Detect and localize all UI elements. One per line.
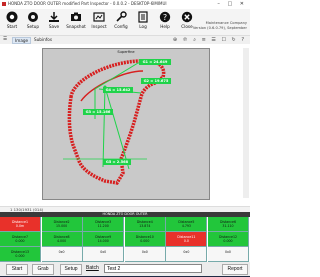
result-cell: 0x0 (166, 247, 208, 262)
config-icon (116, 11, 127, 22)
result-cell: Distance6 31.110 (208, 217, 249, 232)
result-cell: Distance4 13.874 (124, 217, 166, 232)
result-cell-value: 15.000 (56, 224, 68, 228)
result-cell-value: 0x0 (100, 250, 107, 254)
vertical-scrollbar[interactable] (243, 48, 249, 198)
result-cell: 0x0 (208, 247, 249, 262)
result-cell-value: 0.000 (223, 239, 233, 243)
result-cell-value: 4.000 (57, 239, 67, 243)
result-cell-value: 0.0 (183, 239, 189, 243)
setup-button-bottom[interactable]: Setup (60, 264, 82, 275)
result-cell-value: 13.874 (139, 224, 151, 228)
result-cell-value: 0x0 (58, 250, 65, 254)
tab-subinfos[interactable]: Subinfos (34, 37, 52, 42)
gauge-line-g5 (104, 86, 130, 170)
close-icon (181, 11, 193, 23)
results-grid: Distance1 0.0m Distance2 15.000 Distance3 11.… (0, 217, 250, 262)
version-info: Maintenance Company Version (0.6.0.79), … (193, 21, 247, 31)
start-icon (6, 11, 18, 23)
result-cell-value: 0.000 (15, 254, 25, 258)
result-cell: Distance9 14.000 (83, 232, 125, 247)
log-icon (138, 11, 148, 23)
main-toolbar: Start Setup Save Snapshot Inspect Config… (0, 9, 250, 35)
inspect-button[interactable]: Inspect (89, 11, 109, 33)
gauge-line-center (102, 86, 106, 168)
result-cell-value: 0x0 (141, 250, 148, 254)
result-cell-value: 31.110 (222, 224, 234, 228)
config-button[interactable]: Config (111, 11, 131, 33)
result-cell-value: 0x0 (183, 250, 190, 254)
result-cell: 0x0 (83, 247, 125, 262)
help-icon: ? (159, 11, 171, 23)
label-g1: G1 = 24.649 (139, 59, 171, 65)
result-cell: Distance1 0.0m (0, 217, 41, 232)
result-cell: Distance10 0.000 (124, 232, 166, 247)
result-cell-value: 11.200 (97, 224, 109, 228)
label-g4: G4 = 15.642 (103, 87, 133, 93)
start-button[interactable]: Start (2, 11, 22, 33)
result-cell: 0x0 (41, 247, 83, 262)
result-cell-value: 0.000 (140, 239, 150, 243)
inspect-icon (93, 12, 105, 22)
result-cell: Distance11 0.0 (166, 232, 208, 247)
menu-icon[interactable]: ☰ (3, 37, 7, 42)
save-button[interactable]: Save (44, 11, 64, 33)
batch-input[interactable]: Test 2 (104, 264, 202, 273)
grab-button[interactable]: Grab (32, 264, 54, 275)
start-button-bottom[interactable]: Start (6, 264, 28, 275)
batch-label: Batch (86, 265, 99, 271)
tab-image[interactable]: Image (12, 37, 32, 44)
label-g2: G2 = 19.675 (141, 78, 171, 84)
download-icon (49, 12, 59, 22)
result-cell-value: 0.0m (15, 224, 25, 228)
camera-icon (71, 12, 81, 21)
bottom-bar: Start Grab Setup Batch Test 2 Report (0, 262, 250, 276)
version-text: Version (0.6.0.79), September (192, 26, 247, 30)
result-cell: Distance7 0.000 (0, 232, 41, 247)
part-overlay (63, 59, 166, 185)
snapshot-button[interactable]: Snapshot (66, 11, 86, 33)
setup-button[interactable]: Setup (23, 11, 43, 33)
gear-icon (28, 12, 38, 22)
window-title: HONDA ZTO DOOR OUTER modified Part Inspe… (8, 1, 167, 6)
svg-text:?: ? (163, 13, 167, 22)
result-cell: Distance2 15.000 (41, 217, 83, 232)
app-icon (2, 2, 6, 6)
label-g5: G5 = 2.568 (103, 159, 131, 165)
result-cell: Distance3 11.200 (83, 217, 125, 232)
result-cell: Distance8 4.000 (41, 232, 83, 247)
log-button[interactable]: Log (133, 11, 153, 33)
help-button[interactable]: ? Help (155, 11, 175, 33)
label-g3: G3 = 15.166 (83, 109, 113, 115)
result-cell-value: 4.793 (181, 224, 191, 228)
inspection-image[interactable]: Superfine G1 = 24.649 G2 = 19.675 G3 = 1… (42, 48, 210, 200)
result-cell: Distance13 0.000 (0, 247, 41, 262)
result-cell-value: 0.000 (15, 239, 25, 243)
result-cell-value: 14.000 (97, 239, 109, 243)
result-cell-value: 0x0 (225, 250, 231, 254)
report-button[interactable]: Report (222, 264, 248, 275)
result-cell: Distance12 0.000 (208, 232, 249, 247)
result-cell: 0x0 (124, 247, 166, 262)
window-controls[interactable]: – □ ✕ (217, 1, 247, 7)
view-tools-icons[interactable]: ⊕ ℗ ⌕ ≡ ☰ ☐ ↻ ? (173, 37, 246, 43)
result-cell: Distance5 4.793 (166, 217, 208, 232)
inner-edge-trace (80, 70, 144, 102)
